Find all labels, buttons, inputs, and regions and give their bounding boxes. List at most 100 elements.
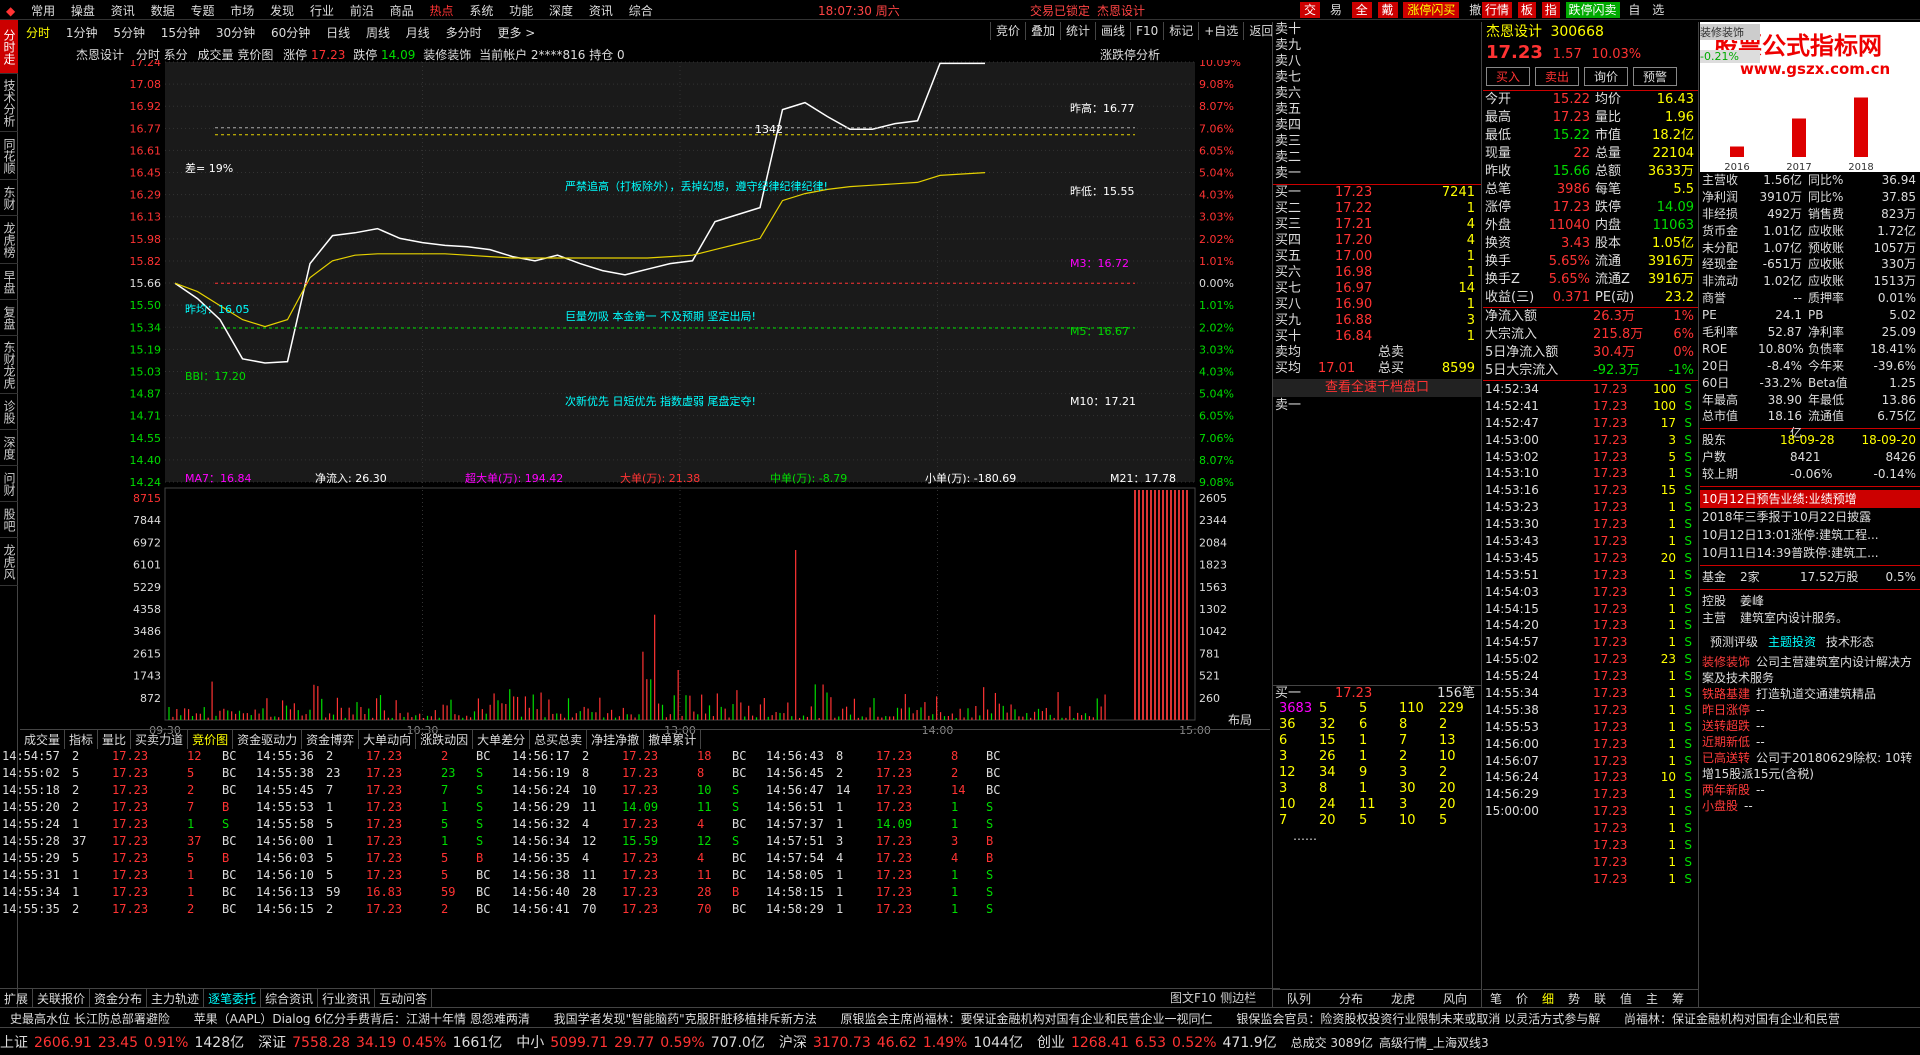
quote-tab[interactable]: 行情: [1482, 2, 1513, 18]
bid-row[interactable]: 买九 16.88 3: [1273, 313, 1481, 329]
theme-row[interactable]: 送转超跌 --: [1700, 718, 1920, 734]
period-tab[interactable]: 日线: [320, 22, 356, 43]
theme-row[interactable]: 铁路基建 打造轨道交通建筑精品: [1700, 686, 1920, 702]
mini-tab[interactable]: 装修装饰: [1700, 24, 1760, 40]
tick-tab[interactable]: 主: [1639, 990, 1665, 1007]
bottom-tab[interactable]: 资金分布: [90, 989, 148, 1008]
ask-row[interactable]: 卖九: [1273, 38, 1481, 54]
period-tab[interactable]: 1分钟: [60, 22, 104, 43]
menu-item[interactable]: 系统: [463, 0, 499, 21]
index-name[interactable]: 沪深: [779, 1035, 807, 1051]
f10-tab[interactable]: 技术形态: [1826, 635, 1874, 649]
indicator-tab[interactable]: 净挂净撤: [587, 730, 645, 749]
bid-row[interactable]: 买五 17.00 1: [1273, 249, 1481, 265]
menu-item[interactable]: 功能: [503, 0, 539, 21]
ticker-item[interactable]: 史最高水位 长江防总部署避险: [0, 1008, 180, 1025]
quote-tab[interactable]: 板: [1517, 2, 1536, 18]
bottom-tab[interactable]: 关联报价: [33, 989, 91, 1008]
period-tab[interactable]: 周线: [360, 22, 396, 43]
bid-row[interactable]: 买六 16.98 1: [1273, 265, 1481, 281]
tool-button[interactable]: 统计: [1060, 22, 1096, 40]
period-tab[interactable]: 5分钟: [107, 22, 151, 43]
sidebar-item[interactable]: 技术分析: [0, 74, 18, 132]
f10-tab[interactable]: 图文F10: [1170, 991, 1216, 1005]
tick-tab[interactable]: 值: [1613, 990, 1639, 1007]
menu-item[interactable]: 操盘: [65, 0, 101, 21]
trade-tab[interactable]: 交: [1300, 2, 1321, 18]
sidebar-item[interactable]: 早盘: [0, 264, 18, 300]
bottom-tab[interactable]: 主力轨迹: [147, 989, 205, 1008]
ask-row[interactable]: 卖六: [1273, 86, 1481, 102]
indicator-tab[interactable]: 大单动向: [359, 730, 417, 749]
ob-tab[interactable]: 风向: [1429, 990, 1481, 1007]
bottom-tab[interactable]: 互动问答: [375, 989, 433, 1008]
sidebar-item[interactable]: 深度: [0, 430, 18, 466]
ticker-item[interactable]: 尚福林：保证金融机构对国有企业和民营: [1614, 1008, 1850, 1025]
period-tab[interactable]: 月线: [400, 22, 436, 43]
sidebar-item[interactable]: 同花顺: [0, 132, 18, 180]
sell-button[interactable]: 卖出: [1535, 67, 1579, 86]
menu-item[interactable]: 商品: [384, 0, 420, 21]
bid-row[interactable]: 买三 17.21 4: [1273, 217, 1481, 233]
index-name[interactable]: 中小: [516, 1035, 544, 1051]
layout-button[interactable]: 布局: [1228, 711, 1252, 728]
news-item[interactable]: 10月11日14:39普跌停:建筑工...: [1700, 544, 1920, 562]
period-tab[interactable]: 多分时: [440, 22, 488, 43]
ticker-item[interactable]: 原银监会主席尚福林：要保证金融机构对国有企业和民营企业一视同仁: [831, 1008, 1223, 1025]
full-depth-link[interactable]: 查看全速千档盘口: [1273, 379, 1481, 397]
ob-tab[interactable]: 队列: [1273, 990, 1325, 1007]
ob-tab[interactable]: 龙虎: [1377, 990, 1429, 1007]
tool-button[interactable]: 标记: [1163, 22, 1199, 40]
indicator-tab[interactable]: 成交量: [20, 730, 66, 749]
trade-tab[interactable]: 戴: [1377, 2, 1398, 18]
f10-tab[interactable]: 预测评级: [1710, 635, 1758, 649]
index-name[interactable]: 上证: [0, 1035, 28, 1051]
theme-row[interactable]: 近期新低 --: [1700, 734, 1920, 750]
news-item[interactable]: 10月12日预告业绩:业绩预增: [1700, 490, 1920, 509]
bid-row[interactable]: 买七 16.97 14: [1273, 281, 1481, 297]
menu-item[interactable]: 常用: [25, 0, 61, 21]
sidebar-item[interactable]: 东财: [0, 180, 18, 216]
indicator-tab[interactable]: 指标: [65, 730, 99, 749]
period-tab[interactable]: 60分钟: [265, 22, 316, 43]
tool-button[interactable]: 画线: [1095, 22, 1131, 40]
indicator-tab[interactable]: 撤单累计: [644, 730, 702, 749]
bid-row[interactable]: 买四 17.20 4: [1273, 233, 1481, 249]
menu-item[interactable]: 热点: [424, 0, 460, 21]
indicator-tab[interactable]: 大单差分: [473, 730, 531, 749]
quote-tab[interactable]: 跌停闪卖: [1565, 2, 1620, 18]
news-item[interactable]: 10月12日13:01涨停:建筑工程...: [1700, 526, 1920, 544]
intraday-chart[interactable]: 17.24 17.08 16.92 16.77 16.61 16.45 16.29 16.13…: [20, 60, 1270, 740]
index-name[interactable]: 创业: [1037, 1035, 1065, 1051]
period-tab[interactable]: 分时: [20, 22, 56, 43]
sidebar-item[interactable]: 问财: [0, 466, 18, 502]
tool-button[interactable]: 叠加: [1025, 22, 1061, 40]
news-item[interactable]: 2018年三季报于10月22日披露: [1700, 508, 1920, 526]
tool-button[interactable]: 竞价: [990, 22, 1026, 40]
tick-tab[interactable]: 联: [1587, 990, 1613, 1007]
inquiry-button[interactable]: 询价: [1584, 67, 1628, 86]
bid-row[interactable]: 买八 16.90 1: [1273, 297, 1481, 313]
menu-item[interactable]: 综合: [623, 0, 659, 21]
bid-row[interactable]: 买十 16.84 1: [1273, 329, 1481, 345]
menu-item[interactable]: 数据: [145, 0, 181, 21]
trade-tab[interactable]: 全: [1351, 2, 1372, 18]
ask-row[interactable]: 卖七: [1273, 70, 1481, 86]
menu-item[interactable]: 市场: [224, 0, 260, 21]
index-name[interactable]: 深证: [258, 1035, 286, 1051]
menu-item[interactable]: 深度: [543, 0, 579, 21]
theme-row[interactable]: 已高送转 公司于20180629除权: 10转增15股派15元(含税): [1700, 750, 1920, 782]
menu-item[interactable]: 资讯: [105, 0, 141, 21]
quote-tab[interactable]: 自: [1625, 2, 1643, 18]
period-tab[interactable]: 15分钟: [155, 22, 206, 43]
tick-tab[interactable]: 价: [1509, 990, 1535, 1007]
sidebar-item[interactable]: 龙虎风: [0, 538, 18, 586]
bottom-tab[interactable]: 综合资讯: [261, 989, 319, 1008]
menu-item[interactable]: 资讯: [583, 0, 619, 21]
ticker-item[interactable]: 银保监会官员：险资股权投资行业限制未来或取消 以灵活方式参与解: [1226, 1008, 1610, 1025]
alert-button[interactable]: 预警: [1633, 67, 1677, 86]
tick-tab[interactable]: 笔: [1483, 990, 1509, 1007]
ask-row[interactable]: 卖一: [1273, 166, 1481, 182]
trade-tab[interactable]: 涨停闪买: [1403, 2, 1460, 18]
bottom-tab[interactable]: 行业资讯: [318, 989, 376, 1008]
